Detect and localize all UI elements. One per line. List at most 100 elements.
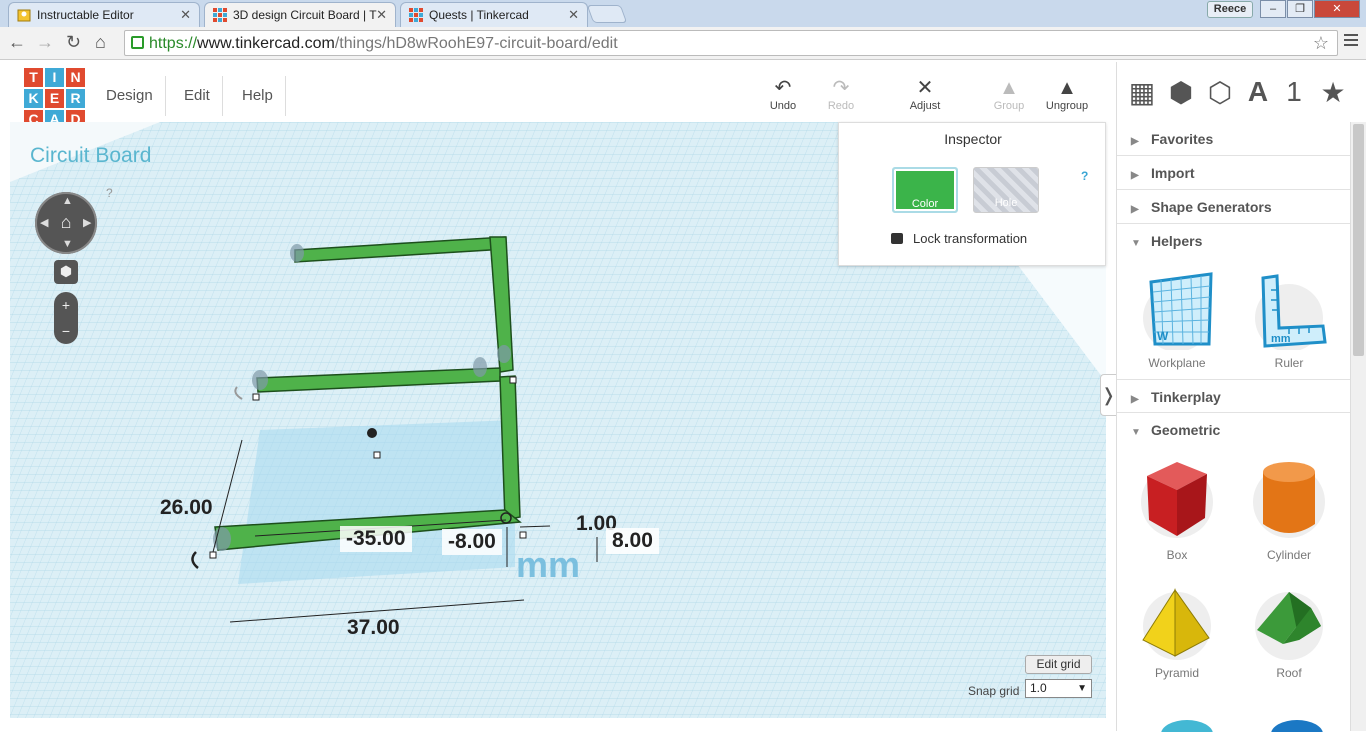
grid-view-icon[interactable]: ▦ (1125, 76, 1159, 109)
tab-quests[interactable]: Quests | Tinkercad ✕ (400, 2, 588, 27)
orbit-up-icon[interactable]: ▲ (62, 195, 73, 207)
bookmark-star-icon[interactable]: ☆ (1313, 33, 1329, 54)
hole-swatch-button[interactable]: Hole (973, 167, 1039, 213)
ungroup-button[interactable]: ▲ Ungroup (1037, 76, 1097, 112)
color-swatch-button[interactable]: Color (892, 167, 958, 213)
menu-design[interactable]: Design (94, 76, 166, 116)
dimension-y-offset[interactable]: -8.00 (442, 529, 502, 555)
logo-letter: N (66, 68, 85, 87)
secure-lock-icon (131, 36, 144, 49)
shape-roof[interactable]: Roof (1239, 586, 1339, 680)
edit-grid-button[interactable]: Edit grid (1025, 655, 1092, 674)
snap-grid-select[interactable]: 1.0 ▼ (1025, 679, 1092, 698)
url-input[interactable]: https://www.tinkercad.com/things/hD8wRoo… (124, 30, 1338, 56)
adjust-button[interactable]: ✕ Adjust (895, 76, 955, 112)
favorites-star-icon[interactable]: ★ (1316, 76, 1350, 109)
section-favorites[interactable]: ▶ Favorites (1117, 122, 1353, 156)
orbit-right-icon[interactable]: ▶ (83, 216, 91, 229)
orbit-navigation-wheel[interactable]: ▲ ▼ ◀ ▶ ⌂ (35, 192, 97, 254)
design-title[interactable]: Circuit Board (30, 144, 151, 168)
resize-handle[interactable] (519, 531, 527, 539)
pin-peg (213, 527, 231, 551)
reload-icon[interactable]: ↻ (66, 32, 81, 53)
redo-button[interactable]: ↷ Redo (811, 76, 871, 112)
close-tab-icon[interactable]: ✕ (180, 7, 191, 23)
home-view-icon[interactable]: ⌂ (57, 211, 75, 233)
logo-letter: R (66, 89, 85, 108)
shape-label: Pyramid (1154, 666, 1199, 680)
box-view-icon[interactable]: ⬢ (1164, 76, 1198, 109)
chevron-right-icon: ▶ (1131, 204, 1139, 215)
minimize-button[interactable]: – (1260, 0, 1286, 18)
shape-box[interactable]: Box (1127, 456, 1227, 562)
menu-help[interactable]: Help (230, 76, 286, 116)
chevron-down-icon: ▼ (1077, 683, 1087, 694)
scrollbar-thumb[interactable] (1353, 124, 1364, 356)
move-handle[interactable] (367, 428, 377, 438)
number-shape-icon[interactable]: 1 (1277, 76, 1311, 108)
url-path: /things/hD8wRoohE97-circuit-board/edit (334, 35, 618, 52)
dimension-depth[interactable]: 8.00 (606, 528, 659, 554)
shape-workplane[interactable]: W Workplane (1127, 270, 1227, 370)
inspector-help-icon[interactable]: ? (1081, 169, 1088, 183)
shape-label: Box (1166, 548, 1188, 562)
perspective-cube-icon[interactable]: ⬢ (54, 260, 78, 284)
redo-icon: ↷ (832, 77, 850, 99)
close-tab-icon[interactable]: ✕ (568, 7, 579, 23)
section-import[interactable]: ▶ Import (1117, 156, 1353, 190)
group-button[interactable]: ▲ Group (979, 76, 1039, 112)
orbit-left-icon[interactable]: ◀ (40, 216, 48, 229)
tab-title: Quests | Tinkercad (429, 8, 529, 22)
browser-menu-icon[interactable] (1344, 34, 1358, 48)
dimension-length[interactable]: 37.00 (347, 616, 400, 640)
resize-handle[interactable] (373, 451, 381, 459)
dimension-x-offset[interactable]: -35.00 (340, 526, 412, 552)
back-icon[interactable]: ← (8, 32, 26, 53)
tab-title: Instructable Editor (37, 8, 134, 22)
adjust-icon: ✕ (916, 77, 934, 99)
logo-letter: I (45, 68, 64, 87)
resize-handle[interactable] (252, 393, 260, 401)
new-tab-button[interactable] (586, 5, 628, 23)
zoom-in-button[interactable]: + (54, 292, 78, 318)
zoom-out-button[interactable]: − (54, 318, 78, 344)
tinkercad-logo[interactable]: T I N K E R C A D (24, 68, 86, 129)
text-shape-icon[interactable]: A (1241, 76, 1275, 108)
sidebar-scrollbar[interactable] (1350, 122, 1366, 731)
maximize-button[interactable]: ❐ (1287, 0, 1313, 18)
chevron-right-icon: ▶ (1131, 170, 1139, 181)
tinkercad-icon (409, 8, 423, 22)
pin-peg (497, 345, 511, 363)
close-tab-icon[interactable]: ✕ (376, 7, 387, 23)
section-helpers[interactable]: ▼ Helpers (1117, 224, 1353, 258)
tab-instructable-editor[interactable]: Instructable Editor ✕ (8, 2, 200, 27)
resize-handle[interactable] (509, 376, 517, 384)
lock-transformation-toggle[interactable]: Lock transformation (891, 231, 1027, 246)
undo-button[interactable]: ↶ Undo (753, 76, 813, 112)
close-window-button[interactable]: ✕ (1314, 0, 1360, 18)
forward-icon[interactable]: → (36, 32, 54, 53)
section-shape-generators[interactable]: ▶ Shape Generators (1117, 190, 1353, 224)
shape-ruler[interactable]: mm Ruler (1239, 270, 1339, 370)
shape-pyramid[interactable]: Pyramid (1127, 586, 1227, 680)
home-icon[interactable]: ⌂ (95, 32, 106, 53)
address-bar-row: ← → ↻ ⌂ https://www.tinkercad.com/things… (0, 27, 1366, 60)
shape-cylinder[interactable]: Cylinder (1239, 456, 1339, 562)
tab-3d-design[interactable]: 3D design Circuit Board | T ✕ (204, 2, 396, 27)
orbit-down-icon[interactable]: ▼ (62, 238, 73, 250)
section-tinkerplay[interactable]: ▶ Tinkerplay (1117, 379, 1353, 413)
section-geometric[interactable]: ▼ Geometric (1117, 413, 1353, 447)
workplane-helper-icon: W (1143, 272, 1213, 350)
user-profile-button[interactable]: Reece (1207, 1, 1253, 18)
dimension-height[interactable]: 26.00 (160, 496, 213, 520)
chevron-down-icon: ▼ (1131, 238, 1141, 249)
sphere-view-icon[interactable]: ⬡ (1203, 76, 1237, 109)
box-shape-icon (1141, 462, 1213, 538)
collapse-sidebar-button[interactable]: ❭ (1100, 374, 1116, 416)
menu-edit[interactable]: Edit (172, 76, 223, 116)
view-help-icon[interactable]: ? (106, 186, 113, 200)
snap-grid-value: 1.0 (1030, 681, 1047, 695)
logo-letter: T (24, 68, 43, 87)
resize-handle[interactable] (209, 551, 217, 559)
selection-footprint (238, 420, 515, 584)
